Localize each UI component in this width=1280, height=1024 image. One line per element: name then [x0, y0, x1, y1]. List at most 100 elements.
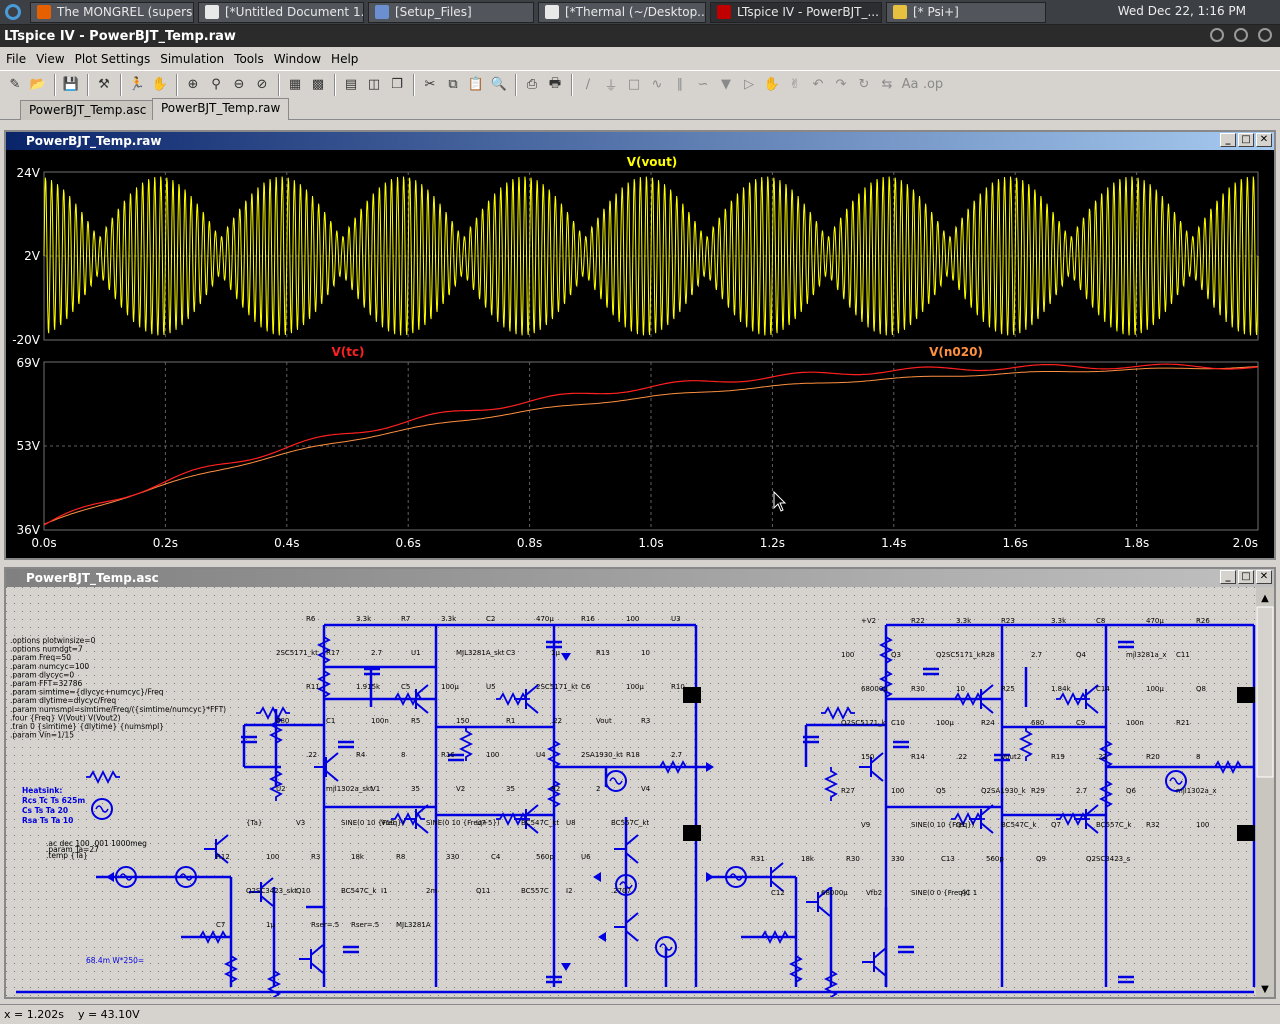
menu-window[interactable]: Window: [274, 52, 321, 66]
minimize-icon[interactable]: [1210, 28, 1224, 42]
component-icon[interactable]: ▷: [738, 74, 760, 96]
firefox-icon: [37, 5, 51, 19]
close-icon[interactable]: [1258, 28, 1272, 42]
component-label: R30: [846, 855, 860, 863]
child-minimize-icon[interactable]: _: [1220, 570, 1236, 584]
print-icon[interactable]: 🖶: [544, 74, 566, 96]
find-icon[interactable]: 🔍: [488, 74, 510, 96]
component-label: 3.3k: [356, 615, 372, 623]
child-close-icon[interactable]: ✕: [1256, 133, 1272, 147]
spice-directive[interactable]: .param Vin=1/15: [10, 731, 74, 740]
zoom-in-icon[interactable]: ⊕: [182, 74, 204, 96]
waveform-plot[interactable]: V(vout) 24V 2V -20V V(tc) V(n020) 69V 53…: [6, 150, 1274, 558]
taskbar-task[interactable]: The MONGREL (supers...: [30, 1, 194, 23]
halt-icon[interactable]: ✋: [149, 74, 171, 96]
drag-icon[interactable]: ✌: [784, 74, 806, 96]
trace-label-vn020[interactable]: V(n020): [929, 345, 983, 359]
zoom-full-icon[interactable]: ⊘: [251, 74, 273, 96]
schematic-canvas[interactable]: ▲ ▼ .options plotwinsize=0.options numdg…: [6, 587, 1274, 1001]
ground-icon[interactable]: ⏚: [600, 74, 622, 96]
system-clock[interactable]: Wed Dec 22, 1:16 PM: [1118, 4, 1246, 18]
battery-symbol: [683, 687, 701, 703]
folder-icon: [375, 5, 389, 19]
scrollbar-thumb[interactable]: [1256, 606, 1274, 778]
wire-icon[interactable]: ∕: [577, 74, 599, 96]
taskbar-task[interactable]: [* Psi+]: [886, 1, 1046, 23]
component-label: R20: [1146, 753, 1160, 761]
copy-icon[interactable]: ⧉: [442, 74, 464, 96]
cut-icon[interactable]: ✂: [419, 74, 441, 96]
taskbar-task[interactable]: [*Untitled Document 1...: [198, 1, 364, 23]
component-label: 2m: [426, 887, 437, 895]
menu-tools[interactable]: Tools: [234, 52, 264, 66]
control-panel-icon[interactable]: ⚒: [93, 74, 115, 96]
ruler-icon[interactable]: ▩: [307, 74, 329, 96]
open-icon[interactable]: 📂: [27, 74, 49, 96]
taskbar-task[interactable]: [*Thermal (~/Desktop...: [538, 1, 706, 23]
maximize-icon[interactable]: [1234, 28, 1248, 42]
component-label: 330: [891, 855, 904, 863]
zoom-out-icon[interactable]: ⊖: [228, 74, 250, 96]
redo-icon[interactable]: ↷: [830, 74, 852, 96]
heatsink-note[interactable]: Cs Ts Ta 20: [22, 806, 68, 815]
mirror-icon[interactable]: ⇆: [876, 74, 898, 96]
component-label: 35: [411, 785, 420, 793]
component-label: 150: [456, 717, 469, 725]
capacitor-icon[interactable]: ∥: [669, 74, 691, 96]
spice-directive-icon[interactable]: .op: [922, 74, 944, 96]
component-label: 1µ: [266, 921, 275, 929]
rotate-icon[interactable]: ↻: [853, 74, 875, 96]
paste-icon[interactable]: 📋: [465, 74, 487, 96]
resistor-icon[interactable]: ∿: [646, 74, 668, 96]
menu-help[interactable]: Help: [331, 52, 358, 66]
save-icon[interactable]: 💾: [60, 74, 82, 96]
x-tick-label: 1.6s: [1003, 536, 1028, 550]
component-label: U8: [566, 819, 576, 827]
tile-horizontal-icon[interactable]: ▤: [340, 74, 362, 96]
menu-view[interactable]: View: [36, 52, 64, 66]
scroll-down-icon[interactable]: ▼: [1261, 984, 1269, 995]
analysis-directive[interactable]: .temp {Ta}: [46, 851, 88, 860]
component-label: R6: [306, 615, 316, 623]
heatsink-note[interactable]: Rcs Tc Ts 625m: [22, 796, 85, 805]
tab-waveform[interactable]: PowerBJT_Temp.raw: [152, 98, 290, 120]
scroll-up-icon[interactable]: ▲: [1261, 593, 1269, 604]
label-net-icon[interactable]: □: [623, 74, 645, 96]
menu-file[interactable]: File: [6, 52, 26, 66]
menu-plot-settings[interactable]: Plot Settings: [75, 52, 151, 66]
cursor-x-readout: x = 1.202s: [4, 1008, 64, 1021]
child-restore-icon[interactable]: □: [1238, 570, 1254, 584]
trace-label-vout[interactable]: V(vout): [627, 155, 678, 169]
undo-icon[interactable]: ↶: [807, 74, 829, 96]
new-schematic-icon[interactable]: ✎: [4, 74, 26, 96]
child-close-icon[interactable]: ✕: [1256, 570, 1272, 584]
component-label: R31: [751, 855, 765, 863]
trace-label-vtc[interactable]: V(tc): [331, 345, 364, 359]
child-restore-icon[interactable]: □: [1238, 133, 1254, 147]
taskbar-task[interactable]: LTspice IV - PowerBJT_...: [710, 1, 882, 23]
heatsink-note[interactable]: Rsa Ts Ta 10: [22, 816, 73, 825]
system-menu-icon[interactable]: [0, 0, 26, 25]
menu-simulation[interactable]: Simulation: [160, 52, 224, 66]
inductor-icon[interactable]: ∽: [692, 74, 714, 96]
diode-icon[interactable]: ▼: [715, 74, 737, 96]
component-label: C3: [506, 649, 515, 657]
component-label: Q11: [476, 887, 490, 895]
taskbar-task[interactable]: [Setup_Files]: [368, 1, 534, 23]
cascade-icon[interactable]: ❐: [386, 74, 408, 96]
component-label: Q9: [1036, 855, 1046, 863]
tab-schematic[interactable]: PowerBJT_Temp.asc: [20, 100, 156, 120]
component-label: 100µ: [441, 683, 459, 691]
heatsink-note[interactable]: Heatsink:: [22, 786, 62, 795]
move-icon[interactable]: ✋: [761, 74, 783, 96]
component-label: V9: [861, 821, 870, 829]
pan-icon[interactable]: ⚲: [205, 74, 227, 96]
component-label: 18k: [351, 853, 365, 861]
autorange-icon[interactable]: ▦: [284, 74, 306, 96]
text-icon[interactable]: Aa: [899, 74, 921, 96]
tile-vertical-icon[interactable]: ◫: [363, 74, 385, 96]
run-icon[interactable]: 🏃: [126, 74, 148, 96]
child-minimize-icon[interactable]: _: [1220, 133, 1236, 147]
component-label: 2SA1930_kt: [581, 751, 623, 759]
print-setup-icon[interactable]: ⎙: [521, 74, 543, 96]
